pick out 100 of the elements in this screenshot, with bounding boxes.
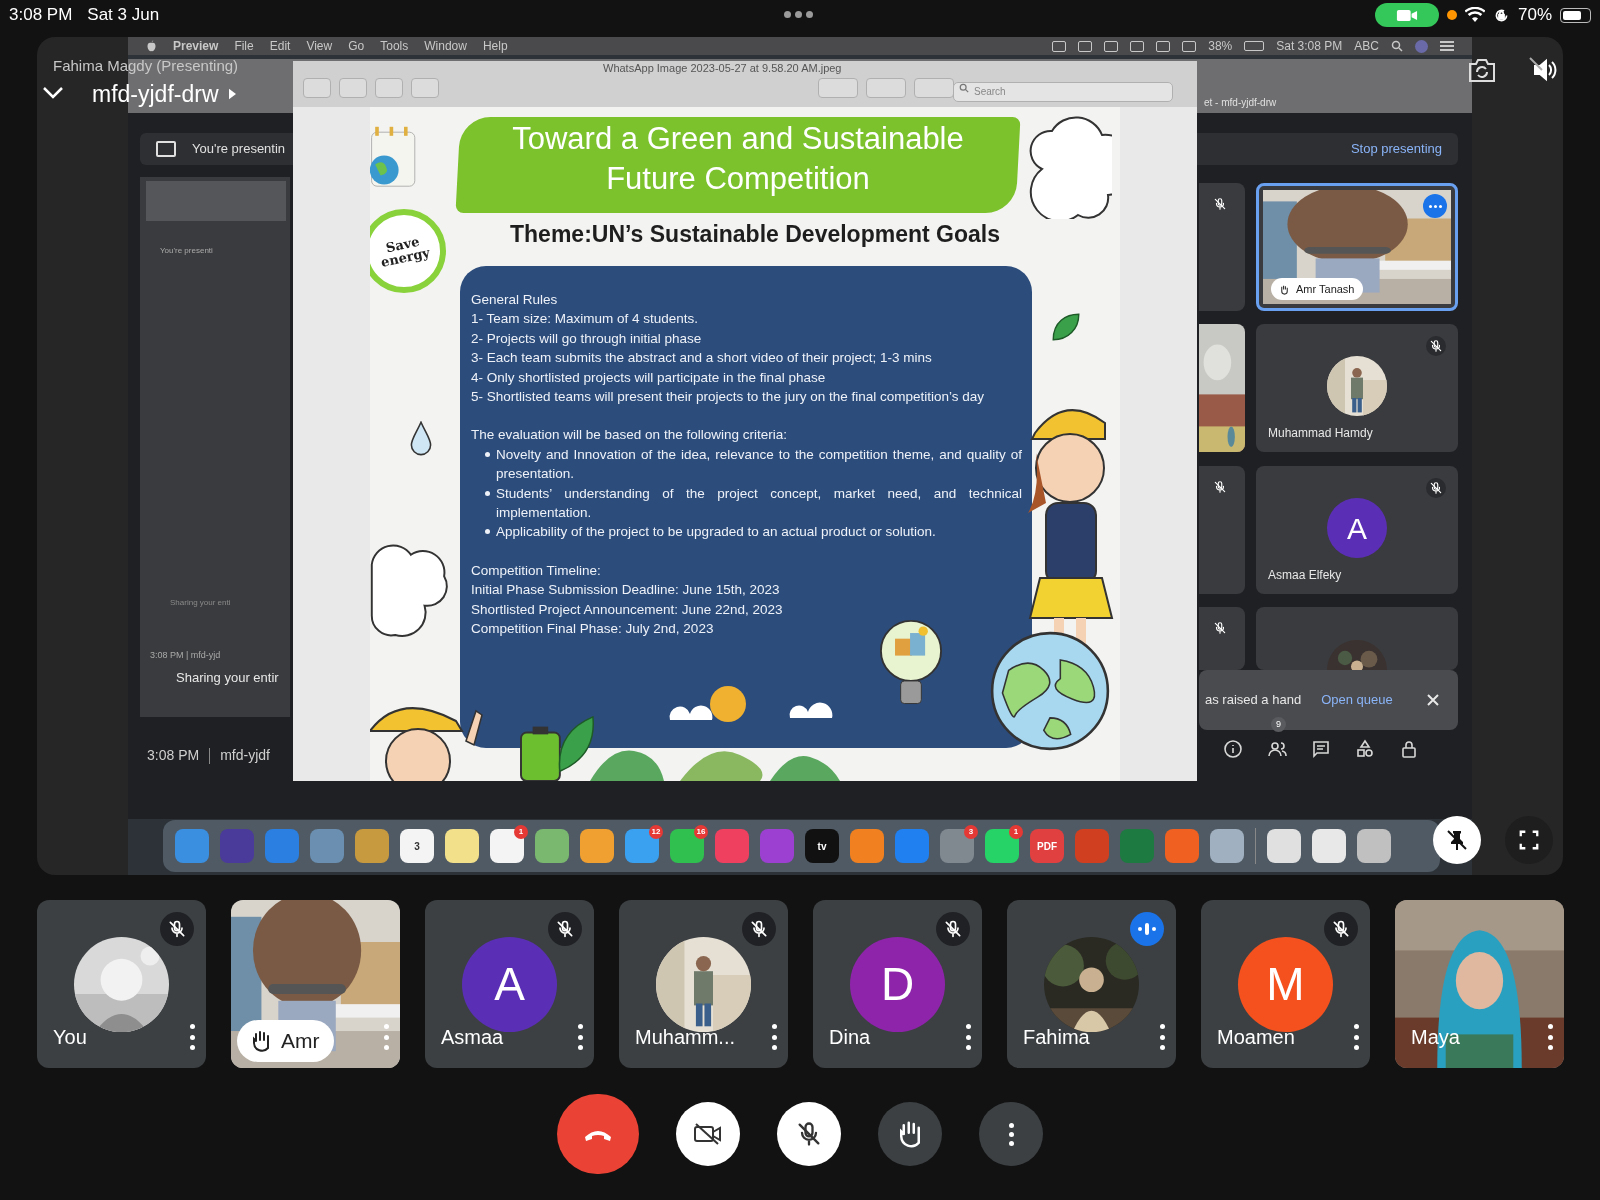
search-icon	[959, 83, 969, 93]
menu-item[interactable]: Go	[348, 37, 365, 55]
menu-item[interactable]: Help	[482, 37, 508, 55]
bullet-icon	[485, 529, 490, 535]
sharing-text: Sharing your entir	[176, 669, 279, 687]
camera-in-use-icon	[1374, 3, 1439, 27]
present-screen-icon	[156, 141, 176, 157]
activities-icon[interactable]	[1355, 739, 1375, 759]
list-menu-icon[interactable]	[1440, 41, 1454, 51]
participant-name: Amr Tanash	[1296, 281, 1355, 297]
bullet-icon	[485, 490, 490, 496]
app-icon[interactable]	[535, 829, 569, 863]
rule-text: 4- Only shortlisted projects will participate in the final phase	[471, 368, 827, 387]
criteria-text: Students’ understanding of the project concept, market need, and technical implementation.	[496, 484, 1022, 523]
menu-item[interactable]: Window	[424, 37, 467, 55]
sharing-text: Sharing your enti	[170, 597, 231, 609]
battery-percent: 70%	[1517, 4, 1552, 27]
app-icon[interactable]	[1210, 829, 1244, 863]
search-icon[interactable]	[1391, 40, 1403, 52]
stop-presenting-button[interactable]: Stop presenting	[1350, 139, 1442, 159]
apple-icon[interactable]	[146, 40, 157, 52]
pin-off-icon	[1445, 828, 1469, 852]
status-menu-icon[interactable]	[1156, 40, 1171, 52]
app-icon[interactable]	[580, 829, 614, 863]
app-icon[interactable]: tv	[805, 829, 839, 863]
date-text: Sat 3 Jun	[87, 4, 160, 27]
menu-item[interactable]: File	[234, 37, 254, 55]
app-icon[interactable]	[1357, 829, 1391, 863]
info-icon[interactable]	[1223, 739, 1243, 759]
menu-clock: Sat 3:08 PM	[1276, 38, 1343, 55]
rule-text: 2- Projects will go through initial phase	[471, 329, 703, 348]
notification-badge: 12	[649, 825, 663, 839]
participant-name: You	[53, 1025, 87, 1050]
notification-badge: 1	[514, 825, 528, 839]
app-icon[interactable]	[1312, 829, 1346, 863]
menu-item[interactable]: Tools	[380, 37, 409, 55]
notification-badge: 1	[1009, 825, 1023, 839]
collapse-chevron-icon[interactable]	[42, 85, 64, 101]
more-options-icon[interactable]	[188, 1024, 196, 1050]
status-menu-icon[interactable]	[1104, 40, 1119, 52]
fullscreen-icon	[1518, 829, 1540, 851]
avatar: A	[462, 937, 557, 1032]
status-menu-icon[interactable]	[1052, 40, 1067, 52]
poster-title: Toward a Green and Sustainable	[512, 120, 964, 158]
avatar: A	[1327, 498, 1387, 558]
rule-text: 3- Each team submits the abstract and a short video of their project; 1-3 mins	[471, 349, 933, 368]
footer-text: 3:08 PM | mfd-yjd	[150, 649, 221, 662]
participant-name: Fahima	[1023, 1025, 1090, 1050]
app-icon[interactable]	[355, 829, 389, 863]
battery-icon	[1560, 7, 1591, 23]
meeting-time: 3:08 PM	[147, 746, 200, 765]
raised-hand-icon	[897, 1119, 923, 1149]
meeting-title-button[interactable]: mfd-yjdf-drw	[92, 79, 236, 109]
menu-item[interactable]: Preview	[173, 37, 219, 55]
notification-badge: 3	[964, 825, 978, 839]
app-icon[interactable]: 3	[400, 829, 434, 863]
criteria-text: Novelty and Innovation of the idea, relevance to the competition theme, and quality of presentation.	[496, 445, 1022, 484]
browser-tab[interactable]: et - mfd-yjdf-drw	[1204, 95, 1277, 110]
menu-item[interactable]: View	[306, 37, 333, 55]
timeline-text: Initial Phase Submission Deadline: June 15th, 2023	[471, 581, 781, 600]
more-options-icon[interactable]	[1158, 1024, 1166, 1050]
more-options-icon[interactable]	[576, 1024, 584, 1050]
switch-camera-icon[interactable]	[1467, 56, 1497, 84]
rules-heading: General Rules	[471, 291, 559, 309]
battery-icon	[1244, 41, 1265, 51]
app-icon[interactable]	[1267, 829, 1301, 863]
battery-percent: 38%	[1208, 38, 1233, 55]
host-controls-icon[interactable]	[1399, 739, 1419, 759]
more-options-icon[interactable]	[1352, 1024, 1360, 1050]
bullet-icon	[485, 451, 490, 457]
open-queue-link[interactable]: Open queue	[1321, 690, 1393, 710]
notice-text: as raised a hand	[1205, 691, 1302, 710]
camera-off-icon	[693, 1122, 723, 1146]
timeline-heading: Competition Timeline:	[471, 561, 602, 580]
multitasking-icon[interactable]	[784, 11, 813, 18]
banner-text: You're presenti	[160, 245, 213, 257]
criteria-heading: The evaluation will be based on the following criteria:	[471, 426, 788, 445]
app-icon[interactable]	[445, 829, 479, 863]
leaf-icon	[1050, 311, 1082, 343]
participant-name: Muhamm...	[635, 1025, 736, 1050]
more-options-icon[interactable]	[964, 1024, 972, 1050]
app-icon[interactable]	[850, 829, 884, 863]
fullscreen-button[interactable]	[1505, 816, 1553, 864]
rule-text: 5- Shortlisted teams will present their projects to the jury on the final competition’s day	[471, 388, 985, 407]
input-source[interactable]: ABC	[1354, 37, 1379, 55]
meeting-code: mfd-yjdf	[220, 746, 270, 765]
more-options-icon[interactable]	[770, 1024, 778, 1050]
more-options-icon[interactable]	[1546, 1024, 1554, 1050]
badge-text: Save energy	[378, 232, 433, 270]
raised-hand-icon	[1279, 283, 1290, 295]
search-field[interactable]: Search	[953, 81, 1173, 102]
menu-item[interactable]: Edit	[269, 37, 291, 55]
clock-time: 3:08 PM	[9, 4, 73, 27]
chat-icon[interactable]	[1311, 739, 1331, 759]
status-menu-icon[interactable]	[1182, 40, 1197, 52]
close-icon[interactable]	[1426, 693, 1440, 707]
app-icon[interactable]: PDF	[1030, 829, 1064, 863]
status-menu-icon[interactable]	[1130, 40, 1145, 52]
status-menu-icon[interactable]	[1078, 40, 1093, 52]
poster-theme: Theme:UN’s Sustainable Development Goals	[509, 220, 1001, 249]
